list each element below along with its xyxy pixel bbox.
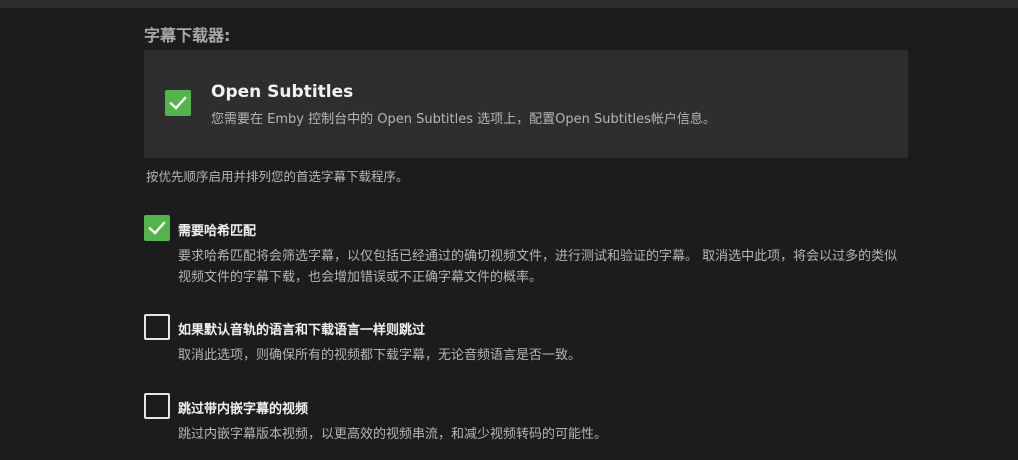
option-description: 取消此选项，则确保所有的视频都下载字幕，无论音频语言是否一致。 bbox=[178, 348, 582, 363]
provider-name: Open Subtitles bbox=[211, 82, 354, 102]
option-description: 要求哈希匹配将会筛选字幕，以仅包括已经通过的确切视频文件，进行测试和验证的字幕。… bbox=[178, 249, 898, 285]
provider-item-open-subtitles: Open Subtitles 您需要在 Emby 控制台中的 Open Subt… bbox=[144, 50, 908, 158]
option-description: 跳过内嵌字幕版本视频，以更高效的视频串流，和减少视频转码的可能性。 bbox=[178, 427, 608, 442]
option-label[interactable]: 跳过带内嵌字幕的视频 bbox=[178, 398, 308, 417]
provider-order-hint: 按优先顺序启用并排列您的首选字幕下载程序。 bbox=[146, 169, 409, 184]
provider-description: 您需要在 Emby 控制台中的 Open Subtitles 选项上，配置Ope… bbox=[211, 112, 716, 127]
skip-embedded-subtitles-checkbox[interactable] bbox=[144, 393, 170, 419]
skip-if-audio-matches-checkbox[interactable] bbox=[144, 314, 170, 340]
checkmark-icon bbox=[169, 96, 187, 110]
provider-checkbox[interactable] bbox=[165, 90, 191, 116]
section-title: 字幕下载器: bbox=[144, 26, 231, 45]
require-hash-match-checkbox[interactable] bbox=[144, 215, 170, 241]
option-label[interactable]: 如果默认音轨的语言和下载语言一样则跳过 bbox=[178, 319, 425, 338]
top-bar bbox=[0, 0, 1018, 8]
checkmark-icon bbox=[148, 221, 166, 235]
option-label[interactable]: 需要哈希匹配 bbox=[178, 220, 256, 239]
